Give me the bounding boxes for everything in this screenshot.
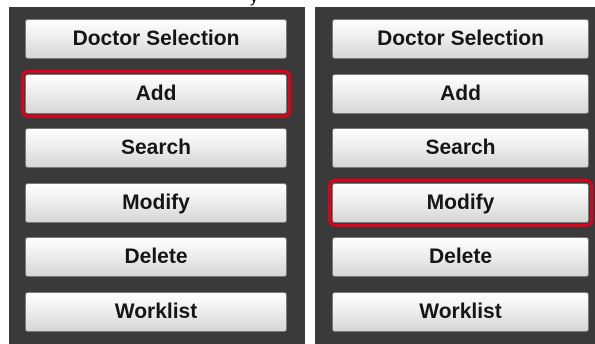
worklist-button[interactable]: Worklist	[25, 292, 287, 332]
search-button[interactable]: Search	[25, 128, 287, 168]
search-button[interactable]: Search	[332, 128, 589, 168]
modify-button[interactable]: Modify	[25, 183, 287, 223]
add-button[interactable]: Add	[332, 74, 589, 114]
doctor-selection-button[interactable]: Doctor Selection	[25, 19, 287, 59]
delete-button[interactable]: Delete	[25, 237, 287, 277]
menu-panel-left: Doctor Selection Add Search Modify Delet…	[9, 7, 305, 344]
delete-button[interactable]: Delete	[332, 237, 589, 277]
doctor-selection-button[interactable]: Doctor Selection	[332, 19, 589, 59]
worklist-button[interactable]: Worklist	[332, 292, 589, 332]
add-button[interactable]: Add	[21, 70, 291, 118]
top-cropped-text-strip: y	[0, 0, 595, 7]
cropped-caption-text: y	[250, 0, 258, 7]
modify-button[interactable]: Modify	[328, 179, 593, 227]
menu-panel-right: Doctor Selection Add Search Modify Delet…	[315, 7, 595, 344]
